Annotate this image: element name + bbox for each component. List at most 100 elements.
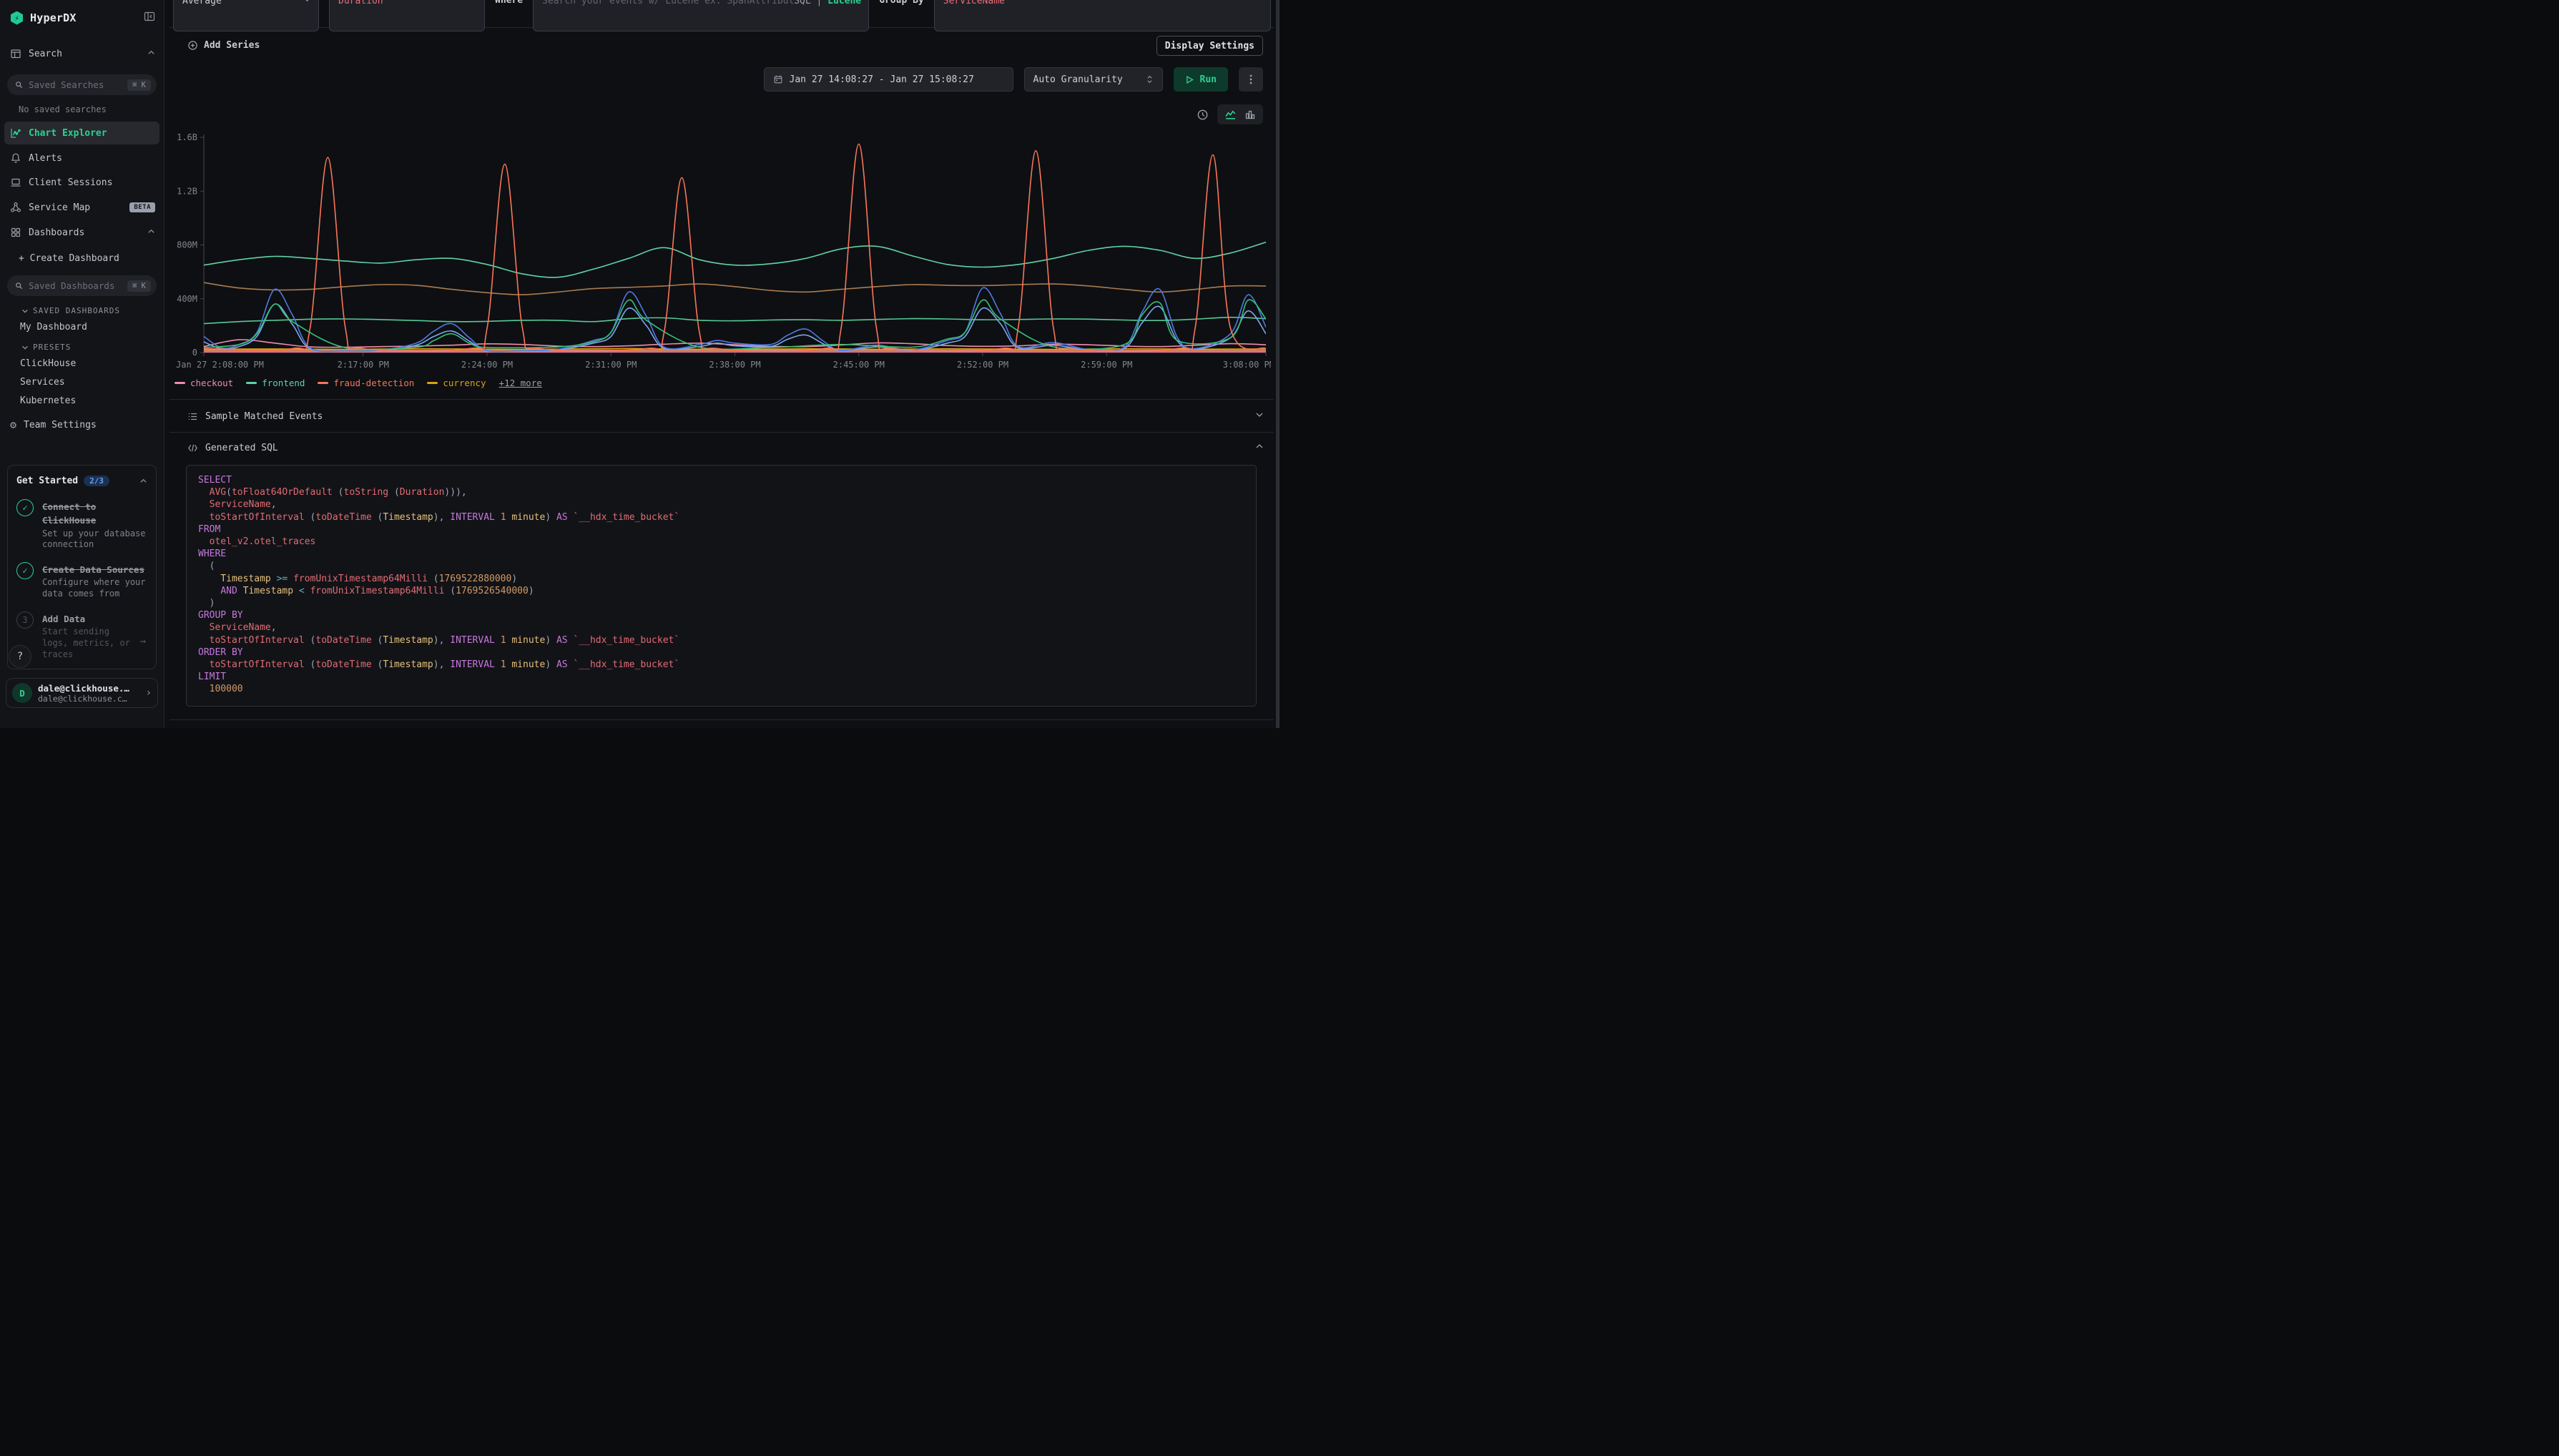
no-saved-searches-text: No saved searches xyxy=(0,104,164,114)
legend-item[interactable]: frontend xyxy=(246,378,305,388)
legend-item[interactable]: currency xyxy=(427,378,486,388)
sql-line: ORDER BY xyxy=(198,646,1244,659)
svg-text:1.6B: 1.6B xyxy=(177,133,197,142)
granularity-select[interactable]: Auto Granularity xyxy=(1024,67,1163,92)
date-range-picker[interactable]: Jan 27 14:08:27 - Jan 27 15:08:27 xyxy=(764,67,1013,92)
list-icon xyxy=(187,411,198,422)
field-input[interactable]: Duration xyxy=(329,0,485,31)
legend-item[interactable]: checkout xyxy=(175,378,233,388)
legend-label: fraud-detection xyxy=(333,378,414,388)
sidebar-item-chart-explorer[interactable]: Chart Explorer xyxy=(4,122,159,144)
sql-line: ServiceName, xyxy=(198,621,1244,634)
select-chevrons-icon xyxy=(1146,74,1154,84)
sidebar-item-clickhouse[interactable]: ClickHouse xyxy=(0,358,164,371)
chevron-up-icon[interactable] xyxy=(147,227,155,238)
sidebar-item-service-map[interactable]: Service Map BETA xyxy=(0,197,164,218)
sample-matched-events-header[interactable]: Sample Matched Events xyxy=(187,406,1264,426)
app-window: ⚡ HyperDX Search Saved Searches ⌘ K No s… xyxy=(0,0,1280,728)
sidebar-item-label: Alerts xyxy=(29,153,62,164)
create-dashboard-button[interactable]: + Create Dashboard xyxy=(0,253,164,266)
arrow-right-icon[interactable]: → xyxy=(140,636,146,647)
legend-label: frontend xyxy=(262,378,305,388)
chevron-up-icon[interactable] xyxy=(1255,442,1264,453)
sidebar-item-dashboards[interactable]: Dashboards xyxy=(0,222,164,243)
section-divider xyxy=(170,719,1274,720)
check-circle-icon: ✓ xyxy=(16,562,34,579)
aggregation-select[interactable]: Average xyxy=(173,0,319,31)
sidebar-item-kubernetes[interactable]: Kubernetes xyxy=(0,395,164,408)
legend-item[interactable]: fraud-detection xyxy=(318,378,414,388)
sidebar-item-search[interactable]: Search xyxy=(0,43,164,64)
svg-text:2:17:00 PM: 2:17:00 PM xyxy=(338,360,389,370)
sql-line: Timestamp >= fromUnixTimestamp64Milli (1… xyxy=(198,573,1244,585)
more-options-button[interactable] xyxy=(1239,67,1263,92)
sidebar-item-label: Team Settings xyxy=(24,420,97,431)
svg-text:2:45:00 PM: 2:45:00 PM xyxy=(833,360,885,370)
group-by-input[interactable]: ServiceName xyxy=(934,0,1271,31)
step-title: Connect to ClickHouse xyxy=(42,501,96,526)
sql-line: 100000 xyxy=(198,683,1244,695)
saved-searches-placeholder: Saved Searches xyxy=(29,79,122,90)
hyperdx-logo-icon: ⚡ xyxy=(10,11,24,25)
code-icon xyxy=(187,443,198,453)
svg-text:2:52:00 PM: 2:52:00 PM xyxy=(957,360,1008,370)
legend-more-link[interactable]: +12 more xyxy=(499,378,542,388)
step-title: Add Data xyxy=(42,614,85,624)
add-series-button[interactable]: Add Series xyxy=(187,40,260,51)
bar-chart-toggle[interactable] xyxy=(1242,107,1259,122)
sql-line: toStartOfInterval (toDateTime (Timestamp… xyxy=(198,511,1244,523)
section-divider xyxy=(170,432,1274,433)
chart-svg[interactable]: 0400M800M1.2B1.6BJan 27 2:08:00 PM2:17:0… xyxy=(172,133,1271,372)
legend-label: checkout xyxy=(190,378,233,388)
sidebar-item-my-dashboard[interactable]: My Dashboard xyxy=(0,322,164,335)
avatar: D xyxy=(12,683,32,703)
sql-line: toStartOfInterval (toDateTime (Timestamp… xyxy=(198,634,1244,646)
legend-dash-icon xyxy=(175,382,185,384)
search-icon xyxy=(14,281,24,290)
saved-dashboards-group-header[interactable]: SAVED DASHBOARDS xyxy=(0,306,164,315)
legend-dash-icon xyxy=(246,382,257,384)
query-language-toggle[interactable]: SQL | Lucene xyxy=(794,0,861,31)
saved-searches-input[interactable]: Saved Searches ⌘ K xyxy=(7,74,157,95)
where-label: Where xyxy=(495,0,523,31)
sidebar-collapse-icon[interactable] xyxy=(144,11,155,25)
help-button[interactable]: ? xyxy=(9,645,31,668)
user-account-button[interactable]: D dale@clickhouse.… dale@clickhouse.c… › xyxy=(6,678,158,708)
sql-line: SELECT xyxy=(198,474,1244,486)
saved-dashboards-input[interactable]: Saved Dashboards ⌘ K xyxy=(7,275,157,296)
legend-dash-icon xyxy=(318,382,328,384)
get-started-step[interactable]: ✓ Create Data Sources Configure where yo… xyxy=(16,562,147,600)
svg-text:1.2B: 1.2B xyxy=(177,186,197,196)
get-started-step[interactable]: ✓ Connect to ClickHouse Set up your data… xyxy=(16,499,147,551)
run-button[interactable]: Run xyxy=(1174,67,1228,92)
svg-text:400M: 400M xyxy=(177,294,197,304)
chevron-up-icon[interactable] xyxy=(139,474,147,488)
sql-line: ) xyxy=(198,597,1244,609)
chevron-down-icon[interactable] xyxy=(1255,410,1264,422)
display-settings-button[interactable]: Display Settings xyxy=(1156,36,1263,56)
sql-line: AND Timestamp < fromUnixTimestamp64Milli… xyxy=(198,585,1244,597)
laptop-icon xyxy=(10,177,21,188)
logo-row: ⚡ HyperDX xyxy=(0,0,164,25)
sidebar: ⚡ HyperDX Search Saved Searches ⌘ K No s… xyxy=(0,0,164,728)
get-started-title: Get Started xyxy=(16,476,78,486)
clock-icon[interactable] xyxy=(1197,109,1209,121)
chevron-down-icon xyxy=(303,0,311,31)
chevron-up-icon[interactable] xyxy=(147,49,155,59)
get-started-step[interactable]: 3 Add Data Start sending logs, metrics, … xyxy=(16,611,147,661)
sidebar-item-client-sessions[interactable]: Client Sessions xyxy=(0,172,164,193)
sidebar-item-alerts[interactable]: Alerts xyxy=(0,147,164,169)
generated-sql-code[interactable]: SELECT AVG(toFloat64OrDefault (toString … xyxy=(186,465,1257,707)
chevron-right-icon: › xyxy=(146,687,152,699)
line-chart-toggle[interactable] xyxy=(1222,107,1239,122)
sidebar-item-team-settings[interactable]: ⚙ Team Settings xyxy=(0,414,164,436)
sidebar-item-services[interactable]: Services xyxy=(0,377,164,390)
kbd-shortcut: ⌘ K xyxy=(127,79,151,91)
scrollbar[interactable] xyxy=(1276,0,1280,728)
search-icon xyxy=(14,80,24,89)
sidebar-item-label: Chart Explorer xyxy=(29,128,107,139)
presets-group-header[interactable]: PRESETS xyxy=(0,343,164,352)
query-toolbar: Average Duration Where Search your event… xyxy=(164,0,1280,33)
search-query-input[interactable]: Search your events w/ Lucene ex: SpanAtt… xyxy=(533,0,869,31)
generated-sql-header[interactable]: Generated SQL xyxy=(187,438,1264,458)
